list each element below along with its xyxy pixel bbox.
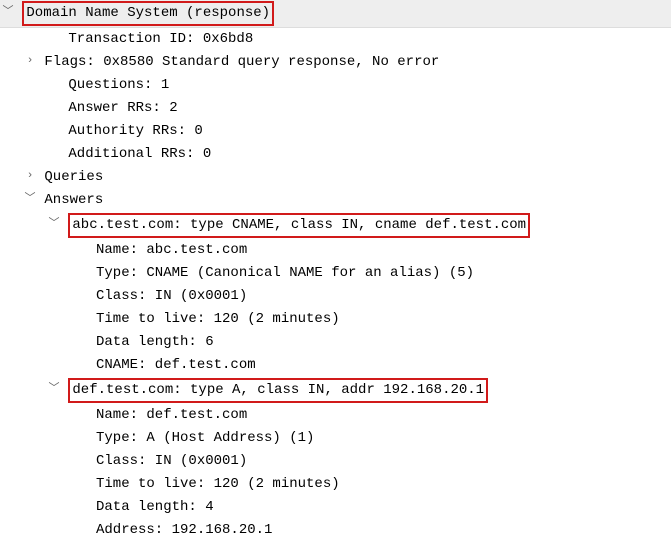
caret-right-icon: › [24,53,36,70]
questions-text: Questions: 1 [68,77,169,93]
answers-text: Answers [44,192,103,208]
answer1-cname-text: CNAME: def.test.com [96,357,256,373]
tree-row-authority-rrs[interactable]: · Authority RRs: 0 [0,120,671,143]
flags-text: Flags: 0x8580 Standard query response, N… [44,54,439,70]
answer1-ttl-text: Time to live: 120 (2 minutes) [96,311,340,327]
tree-row-transaction-id[interactable]: · Transaction ID: 0x6bd8 [0,28,671,51]
tree-row-answer1-summary[interactable]: ﹀ abc.test.com: type CNAME, class IN, cn… [0,212,671,239]
answer1-type-text: Type: CNAME (Canonical NAME for an alias… [96,265,474,281]
answer1-summary-text: abc.test.com: type CNAME, class IN, cnam… [72,217,526,233]
tree-row-answer2-datalen[interactable]: Data length: 4 [0,496,671,519]
additional-rrs-text: Additional RRs: 0 [68,146,211,162]
queries-text: Queries [44,169,103,185]
answer1-datalen-text: Data length: 6 [96,334,214,350]
dns-header-highlight: Domain Name System (response) [22,1,274,26]
tree-row-answer2-name[interactable]: Name: def.test.com [0,404,671,427]
tree-row-additional-rrs[interactable]: · Additional RRs: 0 [0,143,671,166]
tree-row-answer1-class[interactable]: Class: IN (0x0001) [0,285,671,308]
tree-row-answer1-ttl[interactable]: Time to live: 120 (2 minutes) [0,308,671,331]
dns-header-text: Domain Name System (response) [26,5,270,21]
caret-down-icon: ﹀ [48,381,60,398]
answer2-class-text: Class: IN (0x0001) [96,453,247,469]
tree-row-answer2-type[interactable]: Type: A (Host Address) (1) [0,427,671,450]
answer2-address-text: Address: 192.168.20.1 [96,522,272,538]
answer2-summary-text: def.test.com: type A, class IN, addr 192… [72,382,484,398]
tree-row-answer2-address[interactable]: Address: 192.168.20.1 [0,519,671,542]
tree-row-queries[interactable]: › Queries [0,166,671,189]
answer2-name-text: Name: def.test.com [96,407,247,423]
tree-row-answer1-datalen[interactable]: Data length: 6 [0,331,671,354]
tree-row-answer2-ttl[interactable]: Time to live: 120 (2 minutes) [0,473,671,496]
tree-row-questions[interactable]: · Questions: 1 [0,74,671,97]
transaction-id-text: Transaction ID: 0x6bd8 [68,31,253,47]
caret-down-icon: ﹀ [24,191,36,208]
answer1-name-text: Name: abc.test.com [96,242,247,258]
tree-row-dns-header[interactable]: ﹀ Domain Name System (response) [0,0,671,28]
answer1-class-text: Class: IN (0x0001) [96,288,247,304]
tree-row-answers[interactable]: ﹀ Answers [0,189,671,212]
caret-down-icon: ﹀ [2,4,14,21]
tree-row-answer2-summary[interactable]: ﹀ def.test.com: type A, class IN, addr 1… [0,377,671,404]
tree-row-answer2-class[interactable]: Class: IN (0x0001) [0,450,671,473]
tree-row-answer1-cname[interactable]: CNAME: def.test.com [0,354,671,377]
answer2-highlight: def.test.com: type A, class IN, addr 192… [68,378,488,403]
answer-rrs-text: Answer RRs: 2 [68,100,177,116]
tree-row-flags[interactable]: › Flags: 0x8580 Standard query response,… [0,51,671,74]
answer2-ttl-text: Time to live: 120 (2 minutes) [96,476,340,492]
answer1-highlight: abc.test.com: type CNAME, class IN, cnam… [68,213,530,238]
answer2-type-text: Type: A (Host Address) (1) [96,430,314,446]
answer2-datalen-text: Data length: 4 [96,499,214,515]
caret-right-icon: › [24,168,36,185]
tree-row-answer-rrs[interactable]: · Answer RRs: 2 [0,97,671,120]
caret-down-icon: ﹀ [48,216,60,233]
tree-row-answer1-type[interactable]: Type: CNAME (Canonical NAME for an alias… [0,262,671,285]
tree-row-answer1-name[interactable]: Name: abc.test.com [0,239,671,262]
authority-rrs-text: Authority RRs: 0 [68,123,202,139]
